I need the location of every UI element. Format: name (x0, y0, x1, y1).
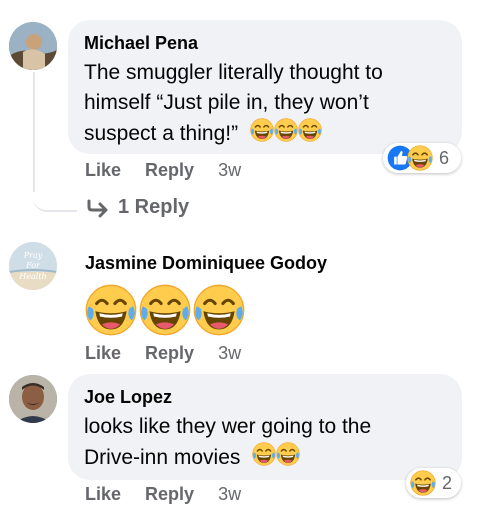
comment-bubble: Joe Lopez looks like they wer going to t… (68, 374, 462, 480)
svg-text:Health: Health (18, 272, 46, 281)
laughing-face-icon (410, 470, 436, 496)
reply-button[interactable]: Reply (145, 343, 194, 364)
comment-author[interactable]: Joe Lopez (84, 386, 446, 408)
avatar[interactable] (9, 22, 57, 70)
view-replies-link[interactable]: 1 Reply (86, 196, 189, 219)
laughing-face-icon (252, 442, 300, 475)
like-button[interactable]: Like (85, 343, 121, 364)
reaction-badge[interactable]: 6 (383, 143, 461, 173)
comment-timestamp[interactable]: 3w (218, 160, 241, 181)
comment-bubble: Michael Pena The smuggler literally thou… (68, 20, 462, 154)
comment-author[interactable]: Jasmine Dominiquee Godoy (85, 252, 327, 274)
reaction-badge[interactable]: 2 (406, 468, 461, 498)
laughing-face-icon (85, 284, 137, 336)
avatar-photo-icon (9, 22, 57, 70)
comment-text: The smuggler literally thought to himsel… (84, 58, 446, 151)
reaction-count: 6 (439, 147, 450, 168)
comment-text-line: The smuggler literally thought to (84, 61, 383, 84)
svg-text:Pray: Pray (23, 251, 43, 260)
comment-actions: Like Reply 3w (85, 343, 241, 364)
laughing-face-icon (250, 118, 322, 151)
laughing-face-icon (407, 145, 433, 171)
reply-arrow-icon (87, 199, 108, 217)
svg-text:For: For (25, 261, 41, 270)
comment-author[interactable]: Michael Pena (84, 32, 446, 54)
avatar[interactable]: Pray For Health (9, 242, 57, 290)
comment-actions: Like Reply 3w (85, 160, 241, 181)
avatar-photo-icon (9, 375, 57, 423)
comment-text-line: looks like they wer going to the (84, 415, 372, 438)
thread-line (33, 72, 35, 192)
comment-timestamp[interactable]: 3w (218, 343, 241, 364)
comment-text-line: Drive-inn movies (84, 442, 446, 475)
laughing-face-icon (193, 284, 245, 336)
avatar-photo-icon: Pray For Health (9, 242, 57, 290)
reply-button[interactable]: Reply (145, 160, 194, 181)
view-replies-label: 1 Reply (118, 196, 190, 218)
like-button[interactable]: Like (85, 160, 121, 181)
comment-emoji-content (85, 284, 327, 336)
reaction-count: 2 (442, 472, 453, 493)
thread-connector (33, 180, 77, 212)
avatar[interactable] (9, 375, 57, 423)
comment-text-line: himself “Just pile in, they won’t (84, 91, 369, 114)
comment-block: Jasmine Dominiquee Godoy (85, 252, 327, 336)
comment-text: looks like they wer going to the Drive-i… (84, 412, 446, 475)
laughing-face-icon (139, 284, 191, 336)
